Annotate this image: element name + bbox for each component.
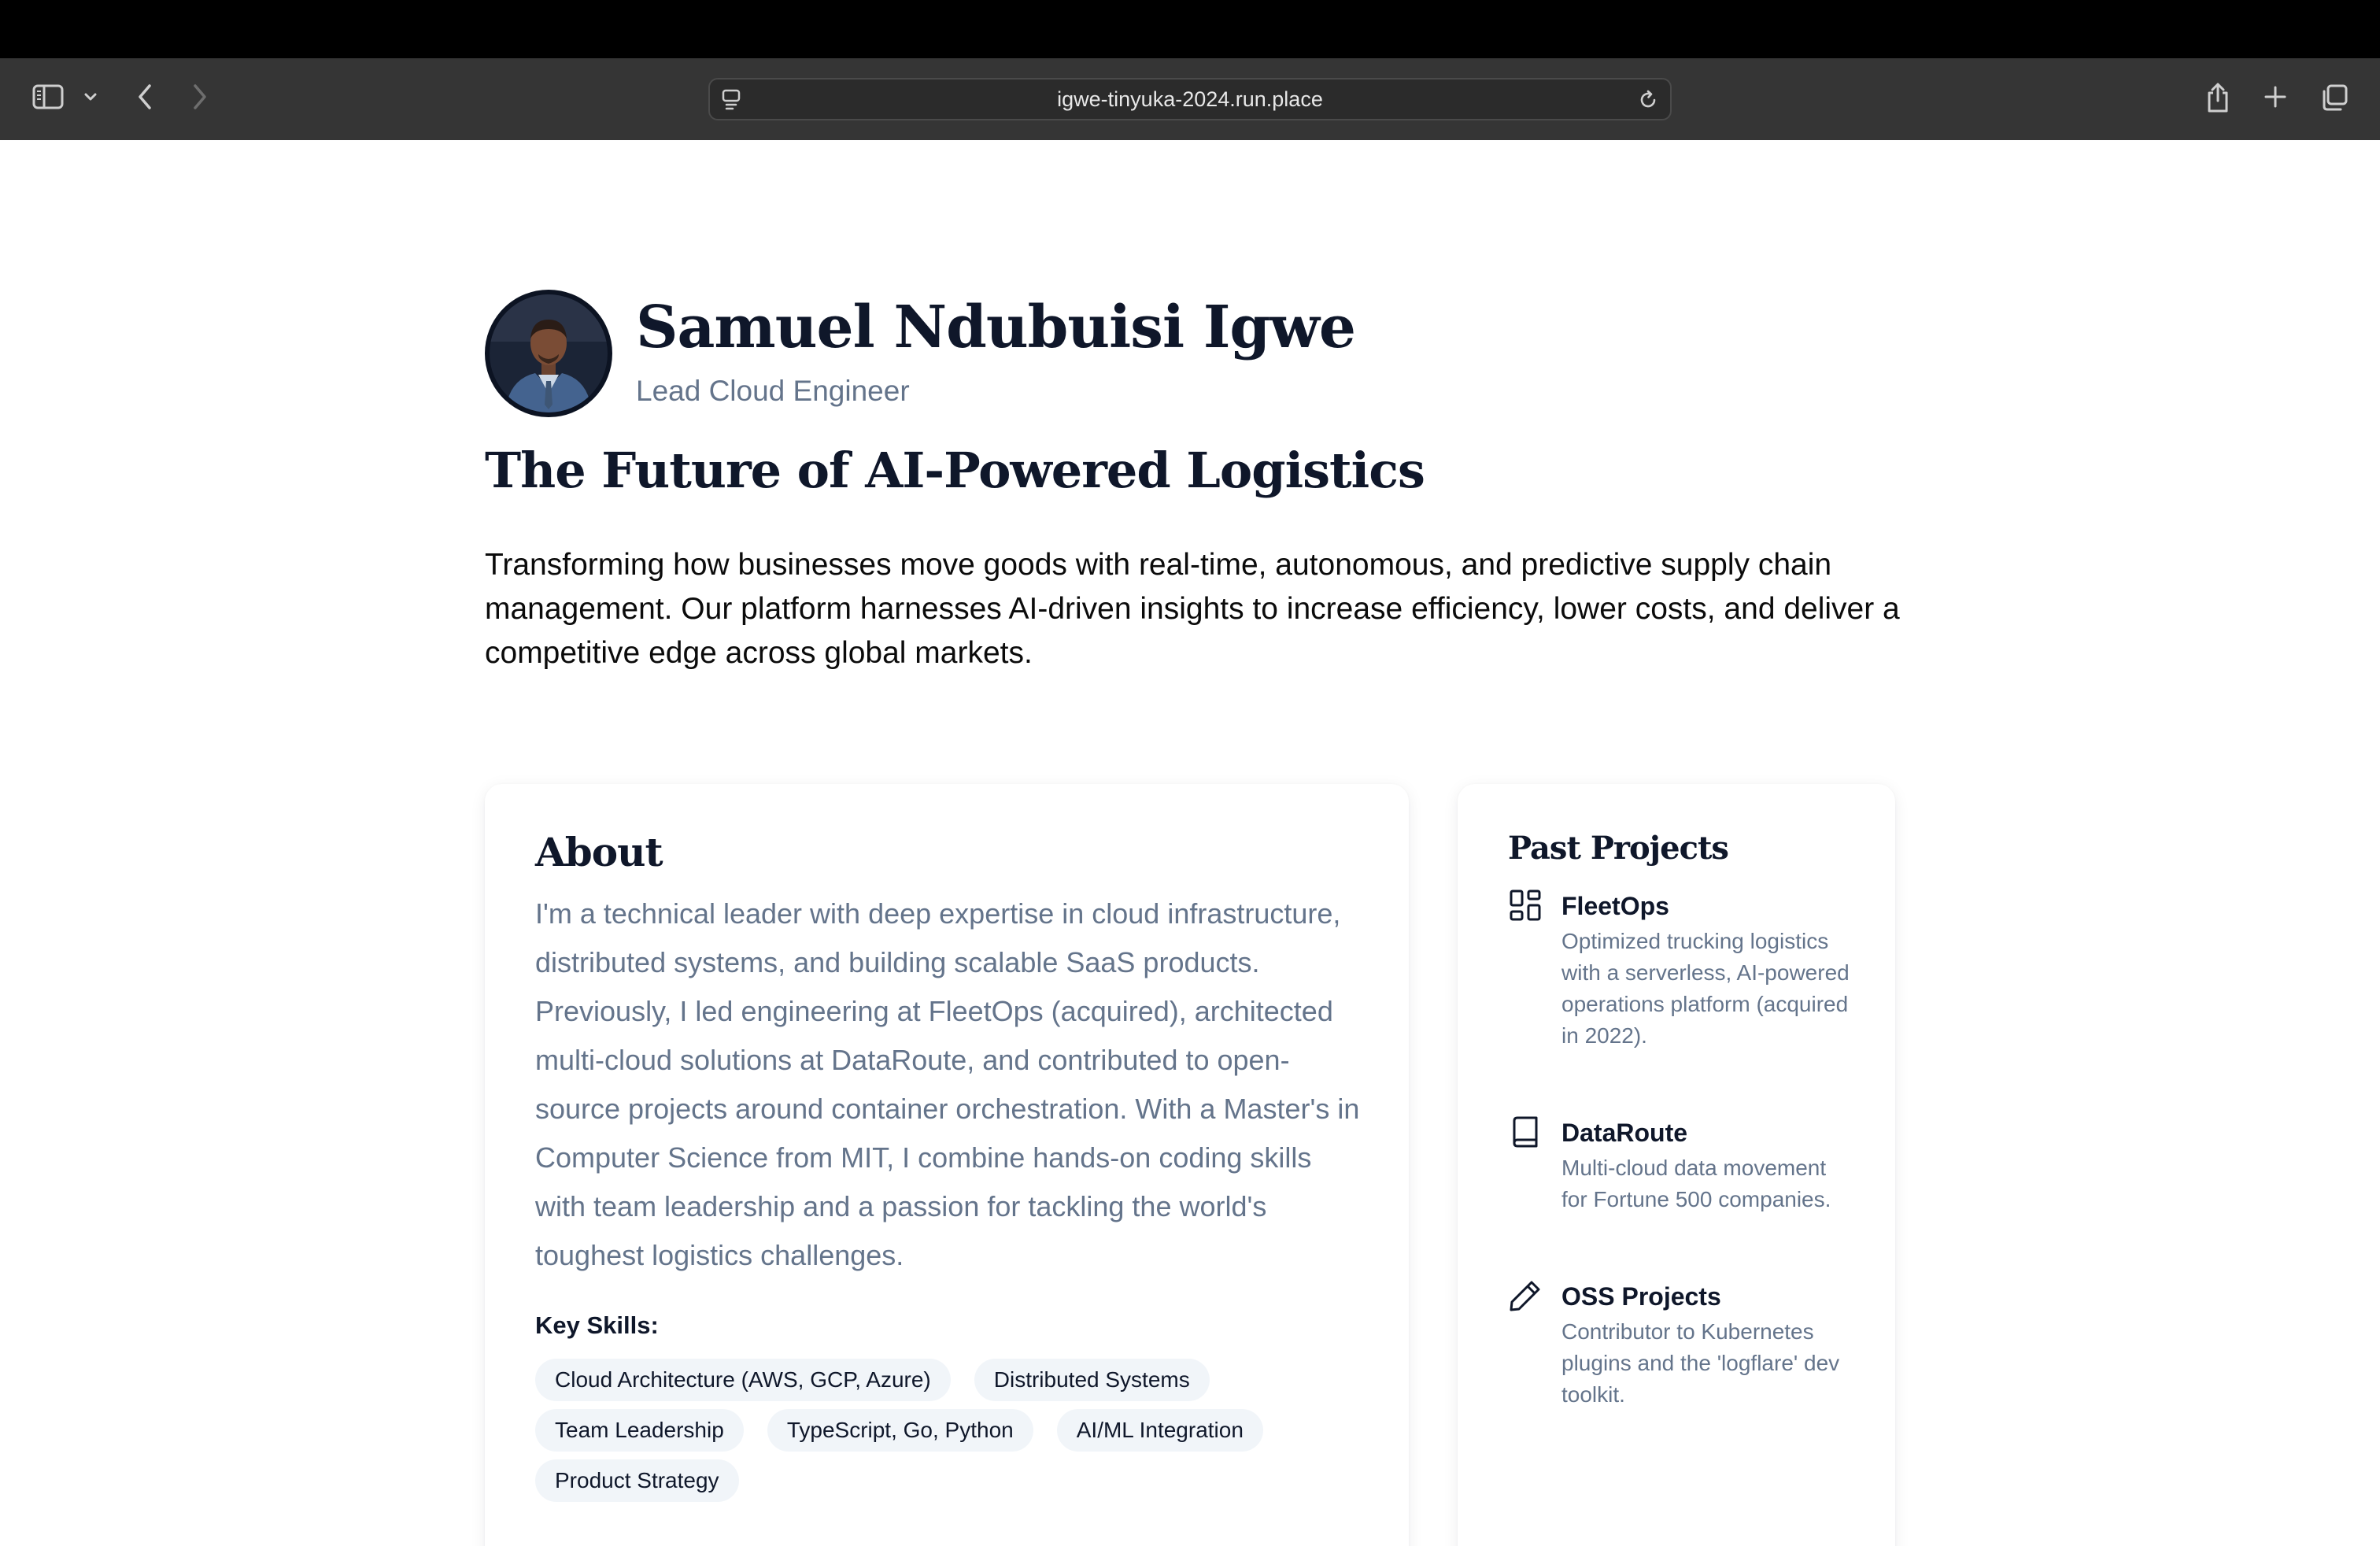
new-tab-button[interactable] (2260, 82, 2290, 112)
profile-name: Samuel Ndubuisi Igwe (636, 294, 1356, 361)
project-description: Contributor to Kubernetes plugins and th… (1561, 1319, 1840, 1407)
profile-role: Lead Cloud Engineer (636, 375, 910, 407)
projects-title: Past Projects (1508, 830, 1729, 867)
project-name: FleetOps (1561, 892, 1669, 920)
project-name: DataRoute (1561, 1119, 1688, 1147)
skill-chip: Team Leadership (535, 1409, 744, 1452)
about-text: I'm a technical leader with deep experti… (535, 897, 1360, 1271)
book-icon (1513, 1116, 1538, 1148)
url-text: igwe-tinyuka-2024.run.place (1057, 87, 1323, 111)
avatar (485, 290, 612, 417)
skill-chip: TypeScript, Go, Python (767, 1409, 1033, 1452)
sidebar-menu-button[interactable] (80, 87, 101, 107)
sidebar-icon (32, 84, 64, 109)
about-title: About (535, 829, 663, 875)
sidebar-toggle-button[interactable] (30, 80, 66, 113)
back-button[interactable] (131, 80, 159, 113)
about-card: About I'm a technical leader with deep e… (485, 784, 1409, 1546)
hero-headline: The Future of AI-Powered Logistics (485, 442, 1425, 499)
project-name: OSS Projects (1561, 1282, 1721, 1311)
chevron-down-icon (84, 93, 97, 101)
forward-button[interactable] (186, 80, 214, 113)
address-bar[interactable]: igwe-tinyuka-2024.run.place (708, 78, 1672, 120)
project-description: Optimized trucking logistics with a serv… (1561, 929, 1850, 1048)
project-description: Multi-cloud data movement for Fortune 50… (1561, 1156, 1831, 1211)
reload-icon (1640, 90, 1656, 108)
skills-title: Key Skills: (535, 1311, 659, 1339)
tabs-overview-button[interactable] (2319, 82, 2350, 113)
profile-photo (490, 294, 608, 412)
tabs-overview-icon (2323, 84, 2348, 111)
skills-list: Cloud Architecture (AWS, GCP, Azure) Dis… (535, 1359, 1369, 1502)
share-button[interactable] (2202, 79, 2234, 117)
new-tab-icon (2264, 86, 2286, 108)
share-icon (2208, 83, 2228, 113)
menu-bar-strip (0, 0, 2380, 58)
reload-button[interactable] (1635, 87, 1661, 113)
back-icon (139, 84, 151, 109)
browser-toolbar: igwe-tinyuka-2024.run.place (0, 58, 2380, 140)
skill-chip: Product Strategy (535, 1459, 739, 1502)
skill-chip: AI/ML Integration (1056, 1409, 1263, 1452)
skill-chip: Cloud Architecture (AWS, GCP, Azure) (535, 1359, 951, 1401)
projects-card: Past Projects FleetOps Optimized truckin… (1458, 784, 1895, 1546)
hero-intro: Transforming how businesses move goods w… (485, 548, 1900, 670)
forward-icon (194, 84, 206, 109)
dashboard-icon (1510, 890, 1541, 921)
pencil-icon (1510, 1281, 1540, 1311)
skill-chip: Distributed Systems (974, 1359, 1210, 1401)
